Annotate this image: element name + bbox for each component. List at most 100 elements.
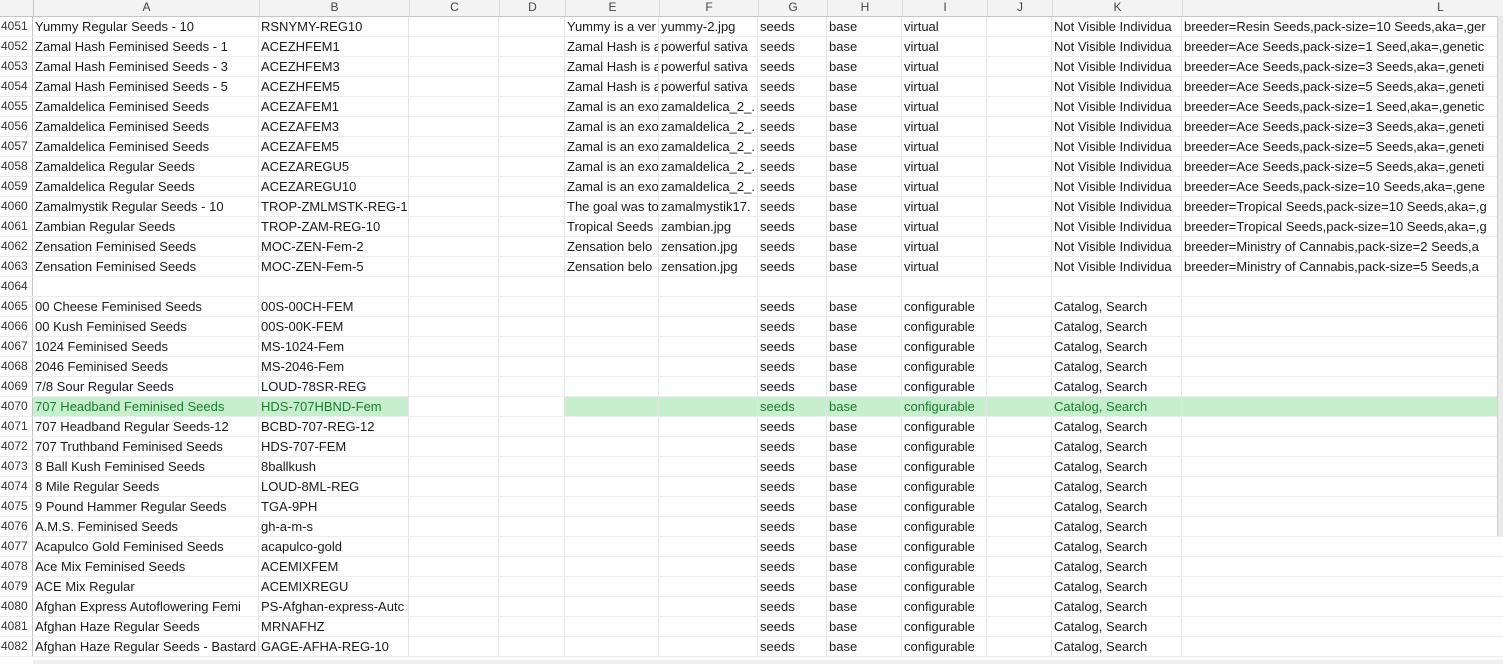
row-number[interactable]: 4064 — [0, 277, 33, 296]
cell-k[interactable]: Not Visible Individua — [1052, 237, 1182, 256]
cell-l[interactable] — [1182, 317, 1503, 336]
cell-i[interactable]: configurable — [902, 517, 987, 536]
cell-c[interactable] — [409, 217, 499, 236]
cell-b[interactable]: MOC-ZEN-Fem-5 — [259, 257, 409, 276]
cell-d[interactable] — [499, 497, 565, 516]
cell-i[interactable]: configurable — [902, 597, 987, 616]
cell-l[interactable] — [1182, 577, 1503, 596]
row-number[interactable]: 4081 — [0, 617, 33, 636]
cell-j[interactable] — [987, 257, 1052, 276]
row-number[interactable]: 4052 — [0, 37, 33, 56]
cell-f[interactable] — [659, 597, 758, 616]
cell-l[interactable]: breeder=Ministry of Cannabis,pack-size=5… — [1182, 257, 1503, 276]
row-number[interactable]: 4065 — [0, 297, 33, 316]
cell-d[interactable] — [499, 557, 565, 576]
cell-d[interactable] — [499, 377, 565, 396]
cell-e[interactable] — [565, 337, 659, 356]
cell-f[interactable] — [659, 397, 758, 416]
cell-a[interactable]: Yummy Regular Seeds - 10 — [33, 17, 259, 36]
cell-f[interactable] — [659, 377, 758, 396]
cell-f[interactable] — [659, 477, 758, 496]
row-number[interactable]: 4071 — [0, 417, 33, 436]
cell-j[interactable] — [987, 457, 1052, 476]
cell-a[interactable]: 2046 Feminised Seeds — [33, 357, 259, 376]
cell-j[interactable] — [987, 477, 1052, 496]
row-number[interactable]: 4074 — [0, 477, 33, 496]
cell-j[interactable] — [987, 617, 1052, 636]
cell-b[interactable]: ACEZAFEM1 — [259, 97, 409, 116]
cell-c[interactable] — [409, 57, 499, 76]
cell-g[interactable]: seeds — [758, 37, 827, 56]
cell-a[interactable]: Zensation Feminised Seeds — [33, 257, 259, 276]
cell-j[interactable] — [987, 377, 1052, 396]
cell-a[interactable]: Zamaldelica Regular Seeds — [33, 157, 259, 176]
column-header-g[interactable]: G — [759, 0, 828, 16]
cell-e[interactable] — [565, 557, 659, 576]
cell-h[interactable]: base — [827, 477, 902, 496]
cell-e[interactable] — [565, 517, 659, 536]
cell-j[interactable] — [987, 317, 1052, 336]
cell-f[interactable] — [659, 437, 758, 456]
cell-e[interactable]: Zamal is an exo — [565, 97, 659, 116]
cell-g[interactable]: seeds — [758, 617, 827, 636]
cell-i[interactable]: virtual — [902, 17, 987, 36]
cell-h[interactable]: base — [827, 617, 902, 636]
cell-l[interactable]: breeder=Ace Seeds,pack-size=1 Seed,aka=,… — [1182, 97, 1503, 116]
cell-l[interactable] — [1182, 537, 1503, 556]
column-header-f[interactable]: F — [660, 0, 759, 16]
cell-d[interactable] — [499, 397, 565, 416]
row-number[interactable]: 4063 — [0, 257, 33, 276]
cell-a[interactable] — [33, 277, 259, 296]
cell-j[interactable] — [987, 197, 1052, 216]
cell-i[interactable]: configurable — [902, 477, 987, 496]
cell-e[interactable]: Zensation belo — [565, 257, 659, 276]
cell-c[interactable] — [409, 297, 499, 316]
row-number[interactable]: 4060 — [0, 197, 33, 216]
cell-b[interactable]: ACEZAREGU5 — [259, 157, 409, 176]
cell-f[interactable] — [659, 417, 758, 436]
cell-i[interactable]: virtual — [902, 77, 987, 96]
cell-h[interactable]: base — [827, 257, 902, 276]
cell-h[interactable]: base — [827, 137, 902, 156]
cell-d[interactable] — [499, 257, 565, 276]
cell-i[interactable]: configurable — [902, 577, 987, 596]
cell-l[interactable]: breeder=Ace Seeds,pack-size=5 Seeds,aka=… — [1182, 157, 1503, 176]
cell-k[interactable]: Not Visible Individua — [1052, 177, 1182, 196]
cell-a[interactable]: Ace Mix Feminised Seeds — [33, 557, 259, 576]
cell-d[interactable] — [499, 637, 565, 656]
cell-f[interactable]: zamaldelica_2_. — [659, 137, 758, 156]
row-number[interactable]: 4076 — [0, 517, 33, 536]
cell-k[interactable]: Catalog, Search — [1052, 637, 1182, 656]
cell-e[interactable] — [565, 417, 659, 436]
row-number[interactable]: 4054 — [0, 77, 33, 96]
cell-l[interactable] — [1182, 557, 1503, 576]
cell-i[interactable]: configurable — [902, 497, 987, 516]
cell-k[interactable]: Catalog, Search — [1052, 397, 1182, 416]
cell-l[interactable]: breeder=Ace Seeds,pack-size=5 Seeds,aka=… — [1182, 137, 1503, 156]
cell-l[interactable] — [1182, 517, 1503, 536]
cell-j[interactable] — [987, 117, 1052, 136]
cell-a[interactable]: 00 Kush Feminised Seeds — [33, 317, 259, 336]
cell-h[interactable]: base — [827, 317, 902, 336]
cell-l[interactable]: breeder=Resin Seeds,pack-size=10 Seeds,a… — [1182, 17, 1503, 36]
cell-a[interactable]: 8 Mile Regular Seeds — [33, 477, 259, 496]
cell-l[interactable]: breeder=Ace Seeds,pack-size=5 Seeds,aka=… — [1182, 77, 1503, 96]
cell-g[interactable]: seeds — [758, 357, 827, 376]
cell-e[interactable]: Zamal Hash is a — [565, 77, 659, 96]
cell-l[interactable] — [1182, 277, 1503, 296]
cell-b[interactable]: MS-1024-Fem — [259, 337, 409, 356]
cell-k[interactable]: Not Visible Individua — [1052, 57, 1182, 76]
row-number[interactable]: 4069 — [0, 377, 33, 396]
cell-c[interactable] — [409, 277, 499, 296]
cell-g[interactable]: seeds — [758, 637, 827, 656]
cell-i[interactable]: configurable — [902, 297, 987, 316]
cell-k[interactable]: Not Visible Individua — [1052, 257, 1182, 276]
cell-b[interactable]: LOUD-8ML-REG — [259, 477, 409, 496]
cell-g[interactable]: seeds — [758, 417, 827, 436]
cell-j[interactable] — [987, 357, 1052, 376]
cell-i[interactable]: configurable — [902, 457, 987, 476]
cell-d[interactable] — [499, 77, 565, 96]
spreadsheet-grid[interactable]: ABCDEFGHIJKL 4051 Yummy Regular Seeds - 1… — [0, 0, 1503, 664]
cell-i[interactable]: configurable — [902, 557, 987, 576]
select-all-corner[interactable] — [0, 0, 34, 16]
